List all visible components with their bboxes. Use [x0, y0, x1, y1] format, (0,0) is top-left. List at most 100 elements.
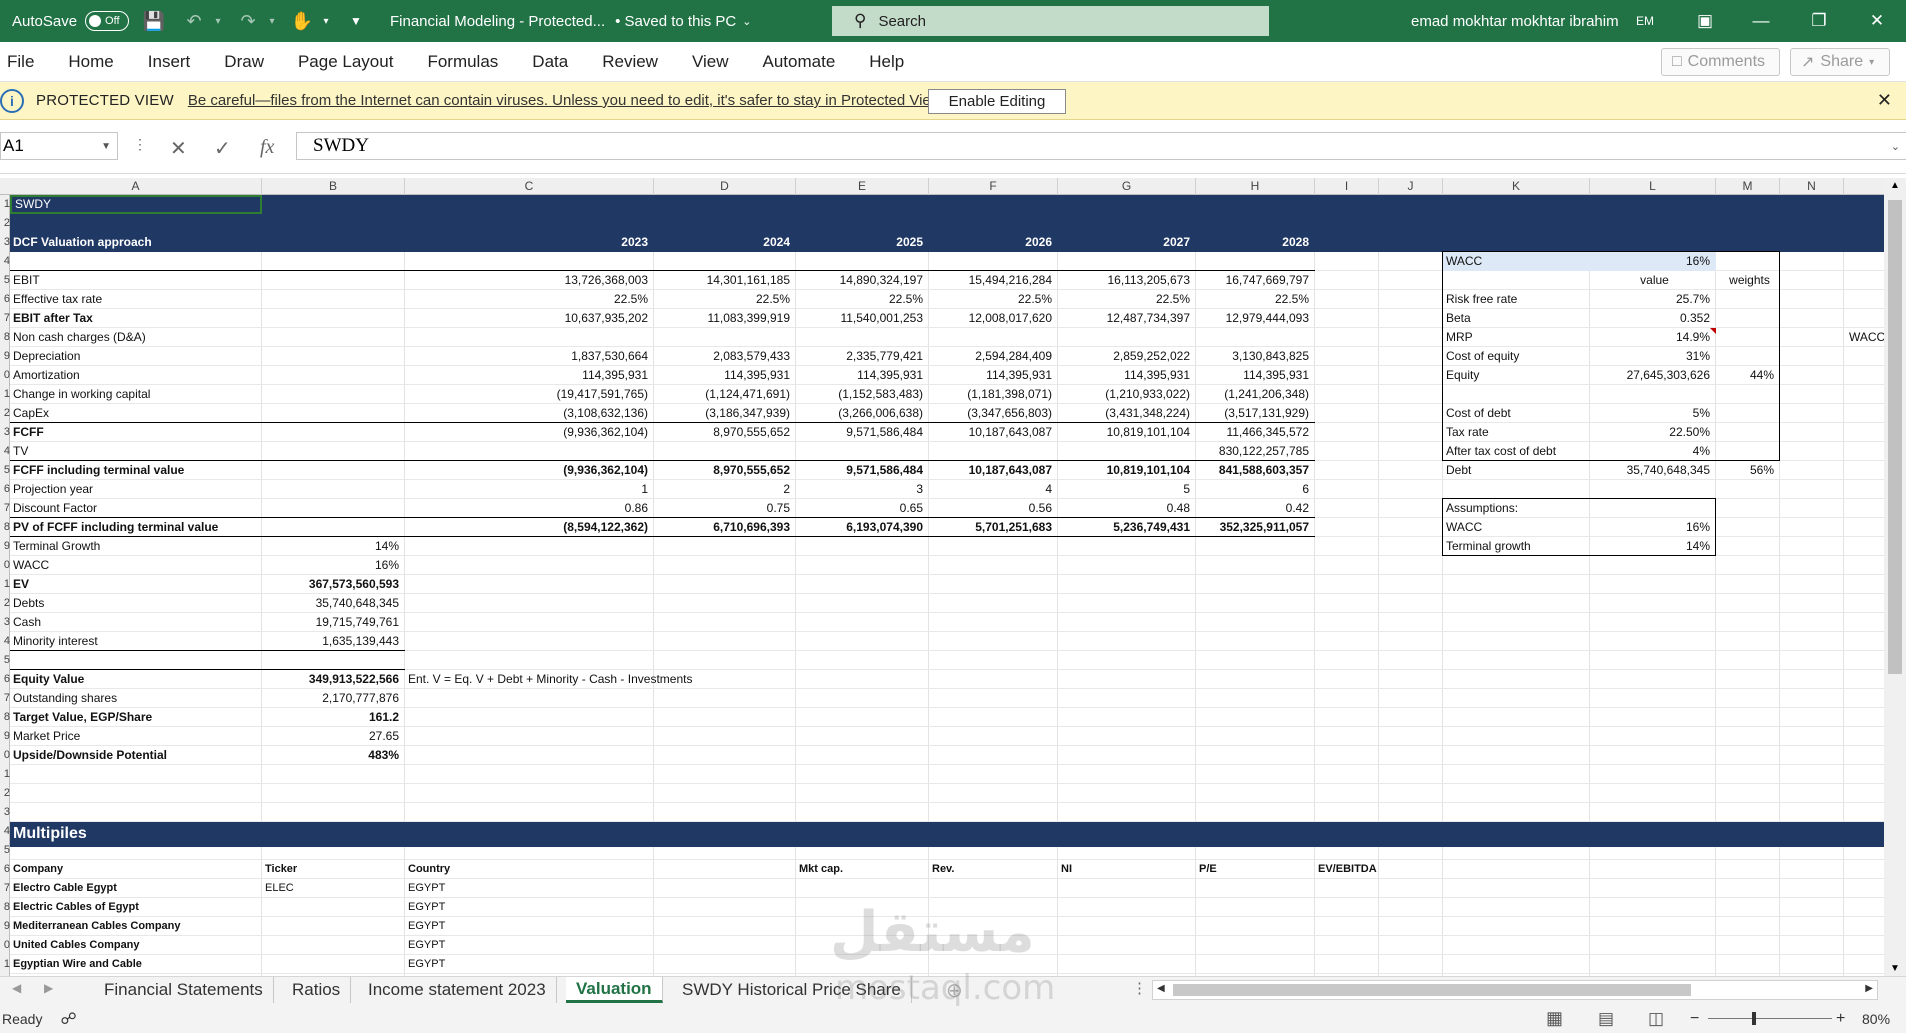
- multiples-header[interactable]: NI: [1058, 860, 1196, 879]
- multiples-header[interactable]: Rev.: [929, 860, 1058, 879]
- multiples-country[interactable]: EGYPT: [405, 955, 654, 974]
- year-header[interactable]: 2024: [654, 233, 796, 252]
- row-header[interactable]: 3: [0, 803, 10, 822]
- autosave-toggle[interactable]: Off: [85, 11, 130, 31]
- tab-formulas[interactable]: Formulas: [410, 42, 515, 82]
- dcf-value[interactable]: 114,395,931: [1058, 366, 1196, 385]
- dcf-value[interactable]: 1: [405, 480, 654, 499]
- zoom-slider-thumb[interactable]: [1752, 1012, 1756, 1025]
- dcf-value[interactable]: 22.5%: [1058, 290, 1196, 309]
- dcf-value[interactable]: 0.48: [1058, 499, 1196, 518]
- column-header-l[interactable]: L: [1590, 178, 1716, 195]
- chevron-down-icon[interactable]: ⌄: [742, 15, 751, 28]
- expand-formula-icon[interactable]: ⌄: [1891, 140, 1900, 153]
- row-header[interactable]: 6: [0, 290, 10, 309]
- dcf-value[interactable]: 6,710,696,393: [654, 518, 796, 537]
- cell-a1[interactable]: SWDY: [10, 195, 262, 214]
- summary-label[interactable]: WACC: [10, 556, 262, 575]
- sheet-tab-ratios[interactable]: Ratios: [282, 977, 352, 1003]
- dcf-value[interactable]: (1,241,206,348): [1196, 385, 1315, 404]
- dcf-value[interactable]: (9,936,362,104): [405, 461, 654, 480]
- zoom-out-icon[interactable]: −: [1690, 1010, 1699, 1028]
- dcf-value[interactable]: 352,325,911,057: [1196, 518, 1315, 537]
- row-header[interactable]: 5: [0, 651, 10, 670]
- redo-dropdown-icon[interactable]: ▾: [260, 9, 284, 33]
- row-header[interactable]: 5: [0, 271, 10, 290]
- dcf-value[interactable]: 9,571,586,484: [796, 423, 929, 442]
- row-header[interactable]: 3: [0, 613, 10, 632]
- multiples-header[interactable]: Company: [10, 860, 262, 879]
- row-header[interactable]: 2: [0, 214, 10, 233]
- sheet-tab-income-statement[interactable]: Income statement 2023: [358, 977, 557, 1003]
- dcf-value[interactable]: 5,701,251,683: [929, 518, 1058, 537]
- wacc-row-weight[interactable]: 56%: [1716, 461, 1780, 480]
- dcf-value[interactable]: 5,236,749,431: [1058, 518, 1196, 537]
- summary-label[interactable]: Minority interest: [10, 632, 262, 651]
- scroll-right-icon[interactable]: ▶: [1865, 983, 1873, 994]
- page-layout-view-icon[interactable]: ▤: [1598, 1009, 1614, 1029]
- row-header[interactable]: 9: [0, 347, 10, 366]
- dcf-row-label[interactable]: PV of FCFF including terminal value: [10, 518, 262, 537]
- close-icon[interactable]: ✕: [1877, 90, 1892, 111]
- dcf-value[interactable]: 114,395,931: [929, 366, 1058, 385]
- dcf-value[interactable]: 14,301,161,185: [654, 271, 796, 290]
- summary-value[interactable]: 14%: [262, 537, 405, 556]
- dcf-value[interactable]: (1,181,398,071): [929, 385, 1058, 404]
- dcf-value[interactable]: 12,487,734,397: [1058, 309, 1196, 328]
- equity-value[interactable]: 349,913,522,566: [262, 670, 405, 689]
- touch-dropdown-icon[interactable]: ▾: [314, 9, 338, 33]
- multiples-company[interactable]: Egyptian Wire and Cable: [10, 955, 262, 974]
- equity-label[interactable]: Market Price: [10, 727, 262, 746]
- row-header[interactable]: 0: [0, 746, 10, 765]
- tab-view[interactable]: View: [675, 42, 746, 82]
- row-header[interactable]: 5: [0, 461, 10, 480]
- row-header[interactable]: 6: [0, 860, 10, 879]
- dcf-value[interactable]: 114,395,931: [796, 366, 929, 385]
- dcf-value[interactable]: (1,152,583,483): [796, 385, 929, 404]
- dcf-value[interactable]: 6,193,074,390: [796, 518, 929, 537]
- autosave[interactable]: AutoSave Off: [12, 0, 130, 42]
- dcf-value[interactable]: (1,124,471,691): [654, 385, 796, 404]
- dcf-value[interactable]: 0.86: [405, 499, 654, 518]
- row-header[interactable]: 1: [0, 195, 10, 214]
- summary-label[interactable]: Terminal Growth: [10, 537, 262, 556]
- dcf-row-label[interactable]: Change in working capital: [10, 385, 262, 404]
- row-header[interactable]: 8: [0, 708, 10, 727]
- dcf-value[interactable]: 3: [796, 480, 929, 499]
- summary-label[interactable]: Cash: [10, 613, 262, 632]
- tab-insert[interactable]: Insert: [131, 42, 208, 82]
- dcf-value[interactable]: 10,637,935,202: [405, 309, 654, 328]
- tab-page-layout[interactable]: Page Layout: [281, 42, 410, 82]
- row-header[interactable]: 7: [0, 309, 10, 328]
- year-header[interactable]: 2023: [405, 233, 654, 252]
- formula-input[interactable]: SWDY: [296, 132, 1906, 160]
- insert-function-icon[interactable]: fx: [260, 136, 274, 159]
- dcf-value[interactable]: 2,335,779,421: [796, 347, 929, 366]
- year-header[interactable]: 2026: [929, 233, 1058, 252]
- dcf-value[interactable]: 10,187,643,087: [929, 461, 1058, 480]
- row-header[interactable]: 2: [0, 594, 10, 613]
- dcf-value[interactable]: 2,859,252,022: [1058, 347, 1196, 366]
- save-icon[interactable]: 💾: [142, 9, 166, 33]
- summary-value[interactable]: 1,635,139,443: [262, 632, 405, 651]
- equity-value[interactable]: 483%: [262, 746, 405, 765]
- column-header-a[interactable]: A: [10, 178, 262, 195]
- sheet-tab-valuation[interactable]: Valuation: [566, 977, 663, 1003]
- zoom-slider[interactable]: [1708, 1018, 1832, 1019]
- scroll-down-icon[interactable]: ▼: [1890, 963, 1900, 974]
- dcf-value[interactable]: 0.56: [929, 499, 1058, 518]
- dcf-value[interactable]: 22.5%: [796, 290, 929, 309]
- multiples-header[interactable]: P/E: [1196, 860, 1315, 879]
- equity-value[interactable]: 27.65: [262, 727, 405, 746]
- tab-review[interactable]: Review: [585, 42, 675, 82]
- undo-dropdown-icon[interactable]: ▾: [206, 9, 230, 33]
- row-header[interactable]: 2: [0, 404, 10, 423]
- row-header[interactable]: 4: [0, 632, 10, 651]
- row-header[interactable]: 6: [0, 670, 10, 689]
- dcf-row-label[interactable]: FCFF: [10, 423, 262, 442]
- sheet-tab-financial-statements[interactable]: Financial Statements: [94, 977, 274, 1003]
- search-input[interactable]: ⚲ Search: [832, 6, 1269, 36]
- dcf-row-label[interactable]: Effective tax rate: [10, 290, 262, 309]
- row-header[interactable]: 9: [0, 917, 10, 936]
- scroll-up-icon[interactable]: ▲: [1890, 180, 1900, 191]
